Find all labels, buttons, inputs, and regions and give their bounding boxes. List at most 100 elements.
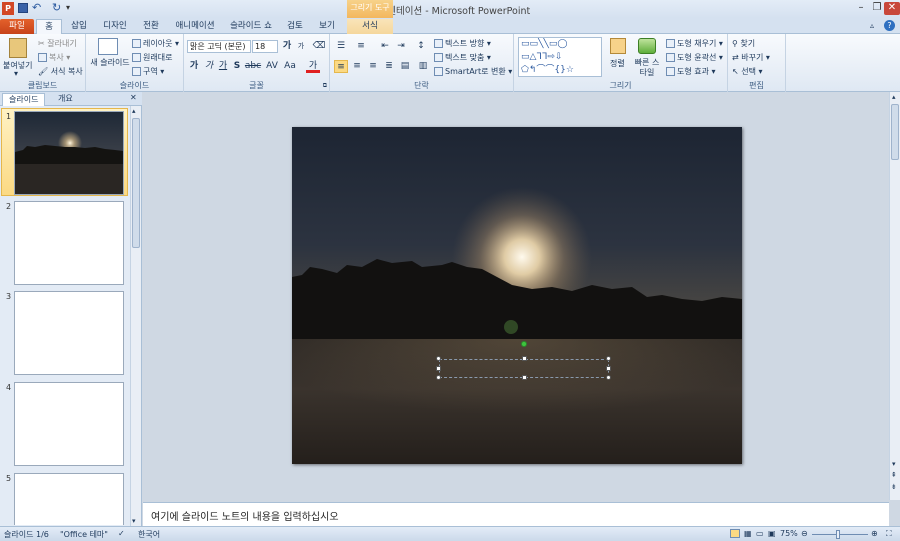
new-slide-icon[interactable] — [98, 38, 118, 55]
resize-handle-e[interactable] — [606, 366, 611, 371]
tab-review[interactable]: 검토 — [282, 19, 308, 34]
resize-handle-nw[interactable] — [436, 356, 441, 361]
shadow-button[interactable]: S — [230, 60, 244, 73]
resize-handle-w[interactable] — [436, 366, 441, 371]
tab-outline[interactable]: 개요 — [52, 93, 79, 106]
zoom-slider[interactable] — [812, 534, 868, 535]
cut-button[interactable]: ✂ 잘라내기 — [38, 38, 77, 49]
line-spacing-icon[interactable]: ↕ — [414, 40, 428, 53]
help-icon[interactable]: ? — [884, 20, 895, 31]
clear-format-icon[interactable]: ⌫ — [312, 40, 326, 53]
columns-icon[interactable]: ▥ — [416, 60, 430, 73]
spellcheck-icon[interactable]: ✓ — [118, 529, 125, 538]
arrange-button[interactable]: 정렬 — [610, 58, 625, 69]
font-color-button[interactable]: 가 — [306, 60, 320, 73]
dialog-launcher-icon[interactable]: ⧉ — [323, 82, 327, 90]
tab-slide-show[interactable]: 슬라이드 쇼 — [228, 19, 274, 34]
numbering-icon[interactable]: ≡ — [354, 40, 368, 53]
paste-icon[interactable] — [9, 38, 27, 58]
find-button[interactable]: ⚲ 찾기 — [732, 38, 755, 49]
justify-icon[interactable]: ≣ — [382, 60, 396, 73]
select-button[interactable]: ↖ 선택 ▾ — [732, 66, 763, 77]
editor-scrollbar[interactable]: ▴ ▾ ⇞ ⇟ — [889, 92, 900, 500]
scroll-up-icon[interactable]: ▴ — [892, 93, 896, 101]
slide-thumbnail-3[interactable] — [14, 291, 124, 375]
tab-transitions[interactable]: 전환 — [138, 19, 164, 34]
align-left-icon[interactable]: ≡ — [334, 60, 348, 73]
close-icon[interactable]: ✕ — [884, 2, 900, 15]
rotation-handle[interactable] — [521, 341, 527, 347]
distributed-icon[interactable]: ▤ — [398, 60, 412, 73]
char-spacing-button[interactable]: AV — [264, 60, 280, 73]
scroll-down-icon[interactable]: ▾ — [132, 517, 136, 525]
align-right-icon[interactable]: ≡ — [366, 60, 380, 73]
slide-1-editor[interactable] — [292, 127, 742, 464]
resize-handle-se[interactable] — [606, 375, 611, 380]
shape-fill-button[interactable]: 도형 채우기 ▾ — [666, 38, 723, 49]
tab-format[interactable]: 서식 — [347, 19, 393, 34]
zoom-slider-thumb[interactable] — [836, 530, 840, 539]
quick-styles-icon[interactable] — [638, 38, 656, 54]
close-panel-icon[interactable]: ✕ — [130, 93, 137, 102]
normal-view-icon[interactable] — [730, 529, 740, 538]
smartart-button[interactable]: SmartArt로 변환 ▾ — [434, 66, 512, 77]
tab-home[interactable]: 홈 — [36, 19, 62, 34]
resize-handle-s[interactable] — [522, 375, 527, 380]
scroll-up-icon[interactable]: ▴ — [132, 107, 136, 115]
tab-view[interactable]: 보기 — [314, 19, 340, 34]
new-slide-button[interactable]: 새 슬라이드 — [90, 58, 130, 68]
font-name-combo[interactable]: 맑은 고딕 (본문) — [187, 40, 251, 53]
scroll-thumb[interactable] — [132, 118, 140, 248]
tab-slides[interactable]: 슬라이드 — [2, 93, 46, 106]
layout-button[interactable]: 레이아웃 ▾ — [132, 38, 179, 49]
reading-view-icon[interactable]: ▭ — [756, 529, 764, 538]
reset-button[interactable]: 원래대로 — [132, 52, 172, 63]
resize-handle-n[interactable] — [522, 356, 527, 361]
fit-to-window-icon[interactable]: ⛶ — [886, 529, 892, 539]
zoom-out-icon[interactable]: ⊖ — [801, 529, 808, 538]
paste-dropdown-icon[interactable]: ▾ — [14, 69, 18, 78]
text-direction-button[interactable]: 텍스트 방향 ▾ — [434, 38, 491, 49]
quick-styles-button[interactable]: 빠른 스타일 — [632, 58, 662, 78]
change-case-button[interactable]: Aa — [282, 60, 298, 73]
restore-icon[interactable]: ❐ — [869, 2, 885, 15]
tab-animations[interactable]: 애니메이션 — [170, 19, 220, 34]
font-size-combo[interactable]: 18 — [252, 40, 278, 53]
decrease-indent-icon[interactable]: ⇤ — [378, 40, 392, 53]
shapes-gallery[interactable]: ▭▭╲╲▭◯ ▭△ᒣᒣ⇨⇩ ⬠↰⌒⌒{}☆ — [518, 37, 602, 77]
panel-scrollbar[interactable]: ▴ ▾ — [130, 106, 141, 526]
strikethrough-button[interactable]: abc — [244, 60, 262, 73]
slide-sorter-icon[interactable]: ▦ — [744, 529, 752, 538]
slide-thumbnail-4[interactable] — [14, 382, 124, 466]
next-slide-icon[interactable]: ⇟ — [891, 483, 897, 491]
notes-pane[interactable]: 여기에 슬라이드 노트의 내용을 입력하십시오 — [143, 502, 889, 526]
resize-handle-sw[interactable] — [436, 375, 441, 380]
underline-button[interactable]: 가 — [216, 60, 230, 73]
slide-thumbnail-5[interactable] — [14, 473, 124, 525]
increase-indent-icon[interactable]: ⇥ — [394, 40, 408, 53]
language-indicator[interactable]: 한국어 — [138, 529, 160, 540]
minimize-icon[interactable]: – — [853, 2, 869, 15]
slide-thumbnail-1[interactable] — [14, 111, 124, 195]
bold-button[interactable]: 가 — [187, 60, 201, 73]
align-text-button[interactable]: 텍스트 맞춤 ▾ — [434, 52, 491, 63]
slideshow-icon[interactable]: ▣ — [768, 529, 776, 538]
section-button[interactable]: 구역 ▾ — [132, 66, 164, 77]
scroll-down-icon[interactable]: ▾ — [892, 460, 896, 468]
tab-insert[interactable]: 삽입 — [66, 19, 92, 34]
shape-outline-button[interactable]: 도형 윤곽선 ▾ — [666, 52, 723, 63]
shape-effects-button[interactable]: 도형 효과 ▾ — [666, 66, 716, 77]
tab-file[interactable]: 파일 — [0, 19, 34, 34]
resize-handle-ne[interactable] — [606, 356, 611, 361]
replace-button[interactable]: ⇄ 바꾸기 ▾ — [732, 52, 770, 63]
zoom-in-icon[interactable]: ⊕ — [871, 529, 878, 538]
tab-design[interactable]: 디자인 — [98, 19, 132, 34]
previous-slide-icon[interactable]: ⇞ — [891, 471, 897, 479]
scroll-thumb[interactable] — [891, 104, 899, 160]
arrange-icon[interactable] — [610, 38, 626, 54]
align-center-icon[interactable]: ≡ — [350, 60, 364, 73]
bullets-icon[interactable]: ☰ — [334, 40, 348, 53]
zoom-level[interactable]: 75% — [780, 529, 798, 538]
collapse-ribbon-icon[interactable]: ▵ — [870, 21, 874, 30]
slide-thumbnail-2[interactable] — [14, 201, 124, 285]
